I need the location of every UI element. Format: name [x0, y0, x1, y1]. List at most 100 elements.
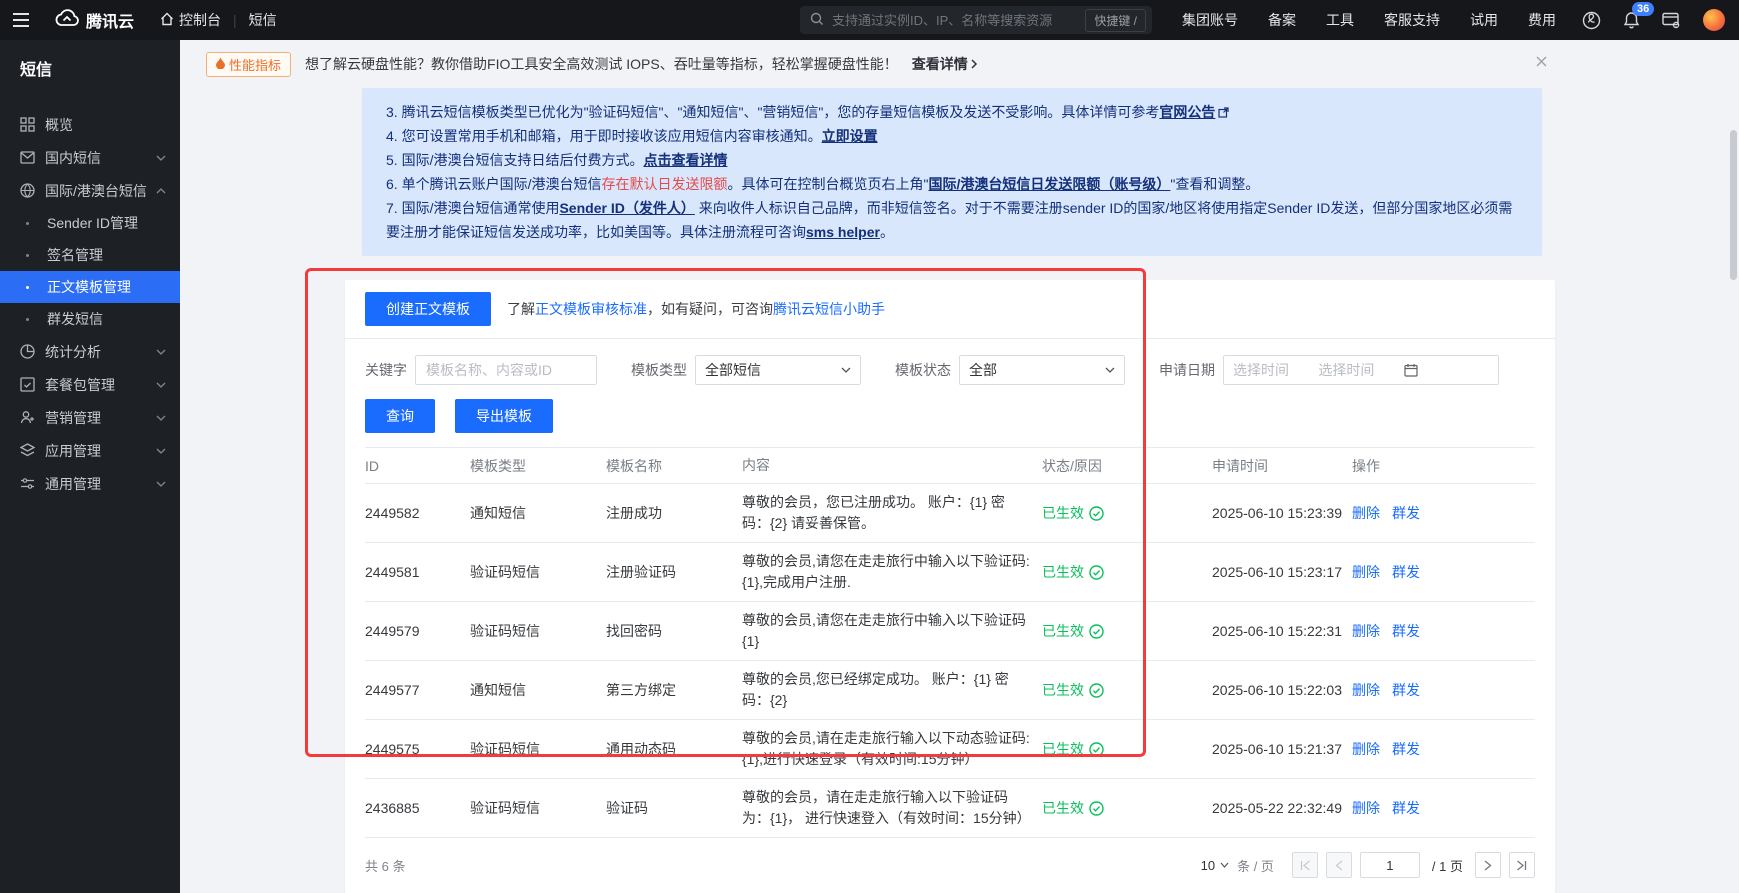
- delete-link[interactable]: 删除: [1352, 798, 1380, 818]
- cell-name: 第三方绑定: [606, 680, 742, 700]
- bulk-send-link[interactable]: 群发: [1392, 562, 1420, 582]
- sender-id-link[interactable]: Sender ID（发件人）: [559, 200, 694, 216]
- review-standard-link[interactable]: 正文模板审核标准: [535, 301, 647, 317]
- sidebar-item-packages[interactable]: 套餐包管理: [0, 368, 180, 401]
- product-breadcrumb[interactable]: 短信: [249, 10, 277, 30]
- date-start-placeholder: 选择时间: [1233, 360, 1318, 380]
- filter-bar: 关键字 模板类型 全部短信 模板状态 全部 申请日期 选择时间 选: [345, 339, 1555, 385]
- notice-text: 5. 国际/港澳台短信支持日结后付费方式。: [386, 152, 643, 168]
- delete-link[interactable]: 删除: [1352, 739, 1380, 759]
- setup-now-link[interactable]: 立即设置: [822, 128, 878, 144]
- sidebar-item-apps[interactable]: 应用管理: [0, 434, 180, 467]
- daily-limit-link[interactable]: 国际/港澳台短信日发送限额（账号级）: [928, 176, 1170, 192]
- delete-link[interactable]: 删除: [1352, 680, 1380, 700]
- last-page-button[interactable]: [1509, 852, 1535, 878]
- console-link[interactable]: 控制台: [160, 10, 221, 30]
- page-size-select[interactable]: 10: [1201, 858, 1229, 873]
- status-text: 已生效: [1042, 621, 1084, 641]
- perf-metric-badge[interactable]: 性能指标: [206, 52, 291, 77]
- bulk-send-link[interactable]: 群发: [1392, 680, 1420, 700]
- nav-item-group-account[interactable]: 集团账号: [1182, 10, 1238, 30]
- main-content: 性能指标 想了解云硬盘性能？教你借助FIO工具安全高效测试 IOPS、吞吐量等指…: [180, 40, 1739, 893]
- sidebar-item-general[interactable]: 通用管理: [0, 467, 180, 500]
- notifications-bell-icon[interactable]: 36: [1623, 11, 1640, 29]
- sidebar-item-body-template[interactable]: 正文模板管理: [0, 271, 180, 303]
- sms-helper-link[interactable]: sms helper: [806, 224, 880, 240]
- pagination-bar: 共 6 条 10 条 / 页 / 1 页: [345, 838, 1555, 893]
- sidebar-item-marketing[interactable]: 营销管理: [0, 401, 180, 434]
- col-header-content: 内容: [742, 455, 1042, 476]
- sidebar-item-signature[interactable]: 签名管理: [0, 239, 180, 271]
- console-settings-icon[interactable]: [1662, 12, 1681, 29]
- keyword-input[interactable]: [415, 355, 597, 385]
- global-search[interactable]: 快捷键 /: [800, 6, 1152, 34]
- page-number-input[interactable]: [1360, 852, 1420, 878]
- first-page-button[interactable]: [1292, 852, 1318, 878]
- hamburger-menu-icon[interactable]: [12, 0, 46, 40]
- prev-page-button[interactable]: [1326, 852, 1352, 878]
- chevron-down-icon: [156, 382, 166, 388]
- delete-link[interactable]: 删除: [1352, 621, 1380, 641]
- template-type-select[interactable]: 全部短信: [695, 355, 861, 385]
- cell-name: 验证码: [606, 798, 742, 818]
- sidebar-title: 短信: [0, 40, 180, 86]
- top-nav-links: 集团账号 备案 工具 客服支持 试用 费用: [1182, 10, 1556, 30]
- cell-ops: 删除群发: [1352, 739, 1535, 759]
- external-link-icon: [1218, 107, 1229, 118]
- template-status-select[interactable]: 全部: [959, 355, 1125, 385]
- sidebar-item-analytics[interactable]: 统计分析: [0, 335, 180, 368]
- sms-assistant-link[interactable]: 腾讯云短信小助手: [773, 301, 885, 317]
- close-icon[interactable]: [1536, 56, 1547, 67]
- status-text: 已生效: [1042, 562, 1084, 582]
- official-announcement-link[interactable]: 官网公告: [1159, 104, 1215, 120]
- notice-line-5: 5. 国际/港澳台短信支持日结后付费方式。点击查看详情: [386, 148, 1518, 172]
- nav-item-support[interactable]: 客服支持: [1384, 10, 1440, 30]
- cell-id: 2436885: [365, 800, 470, 816]
- nav-item-billing[interactable]: 费用: [1528, 10, 1556, 30]
- date-range-picker[interactable]: 选择时间 选择时间: [1223, 355, 1499, 385]
- nav-item-icp[interactable]: 备案: [1268, 10, 1296, 30]
- sidebar-item-domestic-sms[interactable]: 国内短信: [0, 141, 180, 174]
- sidebar-item-intl-sms[interactable]: 国际/港澳台短信: [0, 174, 180, 207]
- page-size-value: 10: [1201, 858, 1215, 873]
- help-icon[interactable]: [1582, 11, 1601, 30]
- mail-icon: [20, 151, 35, 164]
- delete-link[interactable]: 删除: [1352, 503, 1380, 523]
- bulk-send-link[interactable]: 群发: [1392, 503, 1420, 523]
- scrollbar-thumb[interactable]: [1730, 130, 1737, 280]
- chevron-down-icon: [841, 367, 851, 373]
- bulk-send-link[interactable]: 群发: [1392, 621, 1420, 641]
- sidebar-item-label: 概览: [45, 115, 73, 135]
- notice-text: 7. 国际/港澳台短信通常使用: [386, 200, 559, 216]
- search-input[interactable]: [832, 13, 1077, 28]
- status-badge: 已生效: [1042, 621, 1212, 641]
- query-button[interactable]: 查询: [365, 399, 435, 433]
- total-count: 共 6 条: [365, 856, 405, 875]
- sidebar-item-sender-id[interactable]: Sender ID管理: [0, 207, 180, 239]
- notice-panel: 3. 腾讯云短信模板类型已优化为"验证码短信"、"通知短信"、"营销短信"，您的…: [362, 88, 1542, 256]
- create-template-button[interactable]: 创建正文模板: [365, 292, 491, 326]
- cell-content: 尊敬的会员,请您在走走旅行中输入以下验证码:{1},完成用户注册.: [742, 551, 1042, 593]
- notice-line-7: 7. 国际/港澳台短信通常使用Sender ID（发件人） 来向收件人标识自己品…: [386, 196, 1518, 244]
- sidebar-item-overview[interactable]: 概览: [0, 108, 180, 141]
- check-circle-icon: [1089, 624, 1104, 639]
- table-header-row: ID 模板类型 模板名称 内容 状态/原因 申请时间 操作: [365, 448, 1535, 484]
- sidebar-item-bulk-sms[interactable]: 群发短信: [0, 303, 180, 335]
- badge-label: 性能指标: [229, 55, 281, 74]
- nav-item-tools[interactable]: 工具: [1326, 10, 1354, 30]
- chevron-down-icon: [1220, 862, 1229, 868]
- sidebar-item-label: 统计分析: [45, 342, 101, 362]
- vertical-scrollbar[interactable]: [1730, 88, 1737, 883]
- notice-line-6: 6. 单个腾讯云账户国际/港澳台短信存在默认日发送限额。具体可在控制台概览页右上…: [386, 172, 1518, 196]
- bulk-send-link[interactable]: 群发: [1392, 798, 1420, 818]
- delete-link[interactable]: 删除: [1352, 562, 1380, 582]
- nav-item-trial[interactable]: 试用: [1470, 10, 1498, 30]
- bulk-send-link[interactable]: 群发: [1392, 739, 1420, 759]
- banner-details-link[interactable]: 查看详情: [912, 54, 978, 74]
- tencent-cloud-logo[interactable]: 腾讯云: [54, 8, 134, 32]
- export-template-button[interactable]: 导出模板: [455, 399, 553, 433]
- view-details-link[interactable]: 点击查看详情: [643, 152, 727, 168]
- user-avatar[interactable]: [1703, 9, 1725, 31]
- cell-id: 2449582: [365, 505, 470, 521]
- next-page-button[interactable]: [1475, 852, 1501, 878]
